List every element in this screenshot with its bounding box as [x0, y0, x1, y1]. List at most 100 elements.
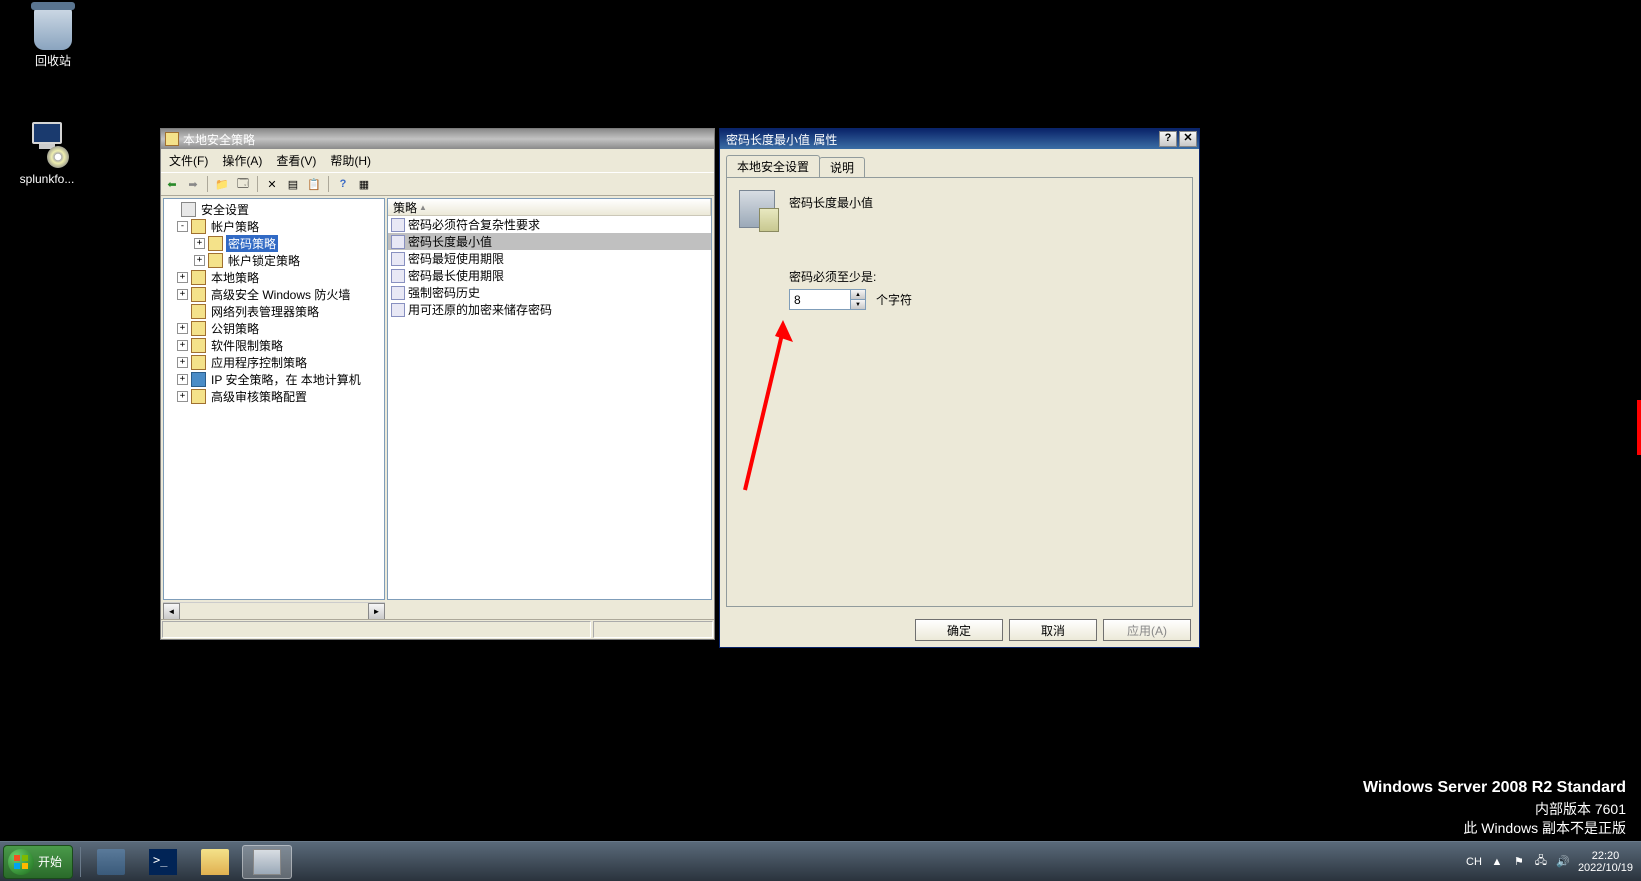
show-hide-tree-button[interactable]: 🗔	[234, 175, 252, 193]
tray-action-center-icon[interactable]: ⚑	[1512, 855, 1526, 869]
collapse-icon[interactable]: -	[177, 221, 188, 232]
menu-view[interactable]: 查看(V)	[270, 150, 322, 171]
separator	[328, 176, 329, 192]
mmc-title: 本地安全策略	[183, 131, 255, 148]
task-server-manager[interactable]	[86, 845, 136, 879]
export-button[interactable]: 📋	[305, 175, 323, 193]
dialog-button-row: 确定 取消 应用(A)	[720, 613, 1199, 647]
tab-local-setting[interactable]: 本地安全设置	[726, 155, 820, 177]
menu-help[interactable]: 帮助(H)	[324, 150, 377, 171]
folder-icon	[191, 219, 206, 234]
prompt-label: 密码必须至少是:	[789, 268, 1180, 285]
expand-icon[interactable]: +	[177, 340, 188, 351]
policy-item-icon	[391, 303, 405, 317]
tree-network-list[interactable]: 网络列表管理器策略	[174, 303, 384, 320]
tab-explain[interactable]: 说明	[819, 157, 865, 177]
policy-item-icon	[391, 218, 405, 232]
tray-chevron-up-icon[interactable]: ▲	[1490, 855, 1504, 869]
status-bar	[161, 619, 714, 639]
task-secpol[interactable]	[242, 845, 292, 879]
expand-icon[interactable]: +	[177, 374, 188, 385]
language-indicator[interactable]: CH	[1466, 856, 1482, 868]
tree-local-policy[interactable]: +本地策略	[174, 269, 384, 286]
cancel-button[interactable]: 取消	[1009, 619, 1097, 641]
tray-network-icon[interactable]: 🖧	[1534, 855, 1548, 869]
tree-password-policy[interactable]: +密码策略	[191, 235, 384, 252]
task-powershell[interactable]	[138, 845, 188, 879]
expand-icon[interactable]: +	[177, 289, 188, 300]
folder-icon	[191, 287, 206, 302]
tray-clock[interactable]: 22:20 2022/10/19	[1578, 850, 1633, 874]
tray-volume-icon[interactable]: 🔊	[1556, 855, 1570, 869]
expand-icon[interactable]: +	[177, 323, 188, 334]
windows-logo-icon	[8, 849, 34, 875]
list-body[interactable]: 密码必须符合复杂性要求 密码长度最小值 密码最短使用期限 密码最长使用期限 强制…	[388, 216, 711, 599]
expand-icon[interactable]: +	[177, 272, 188, 283]
password-min-length-properties-dialog: 密码长度最小值 属性 ? ✕ 本地安全设置 说明 密码长度最小值 密码必须至少是…	[719, 128, 1200, 648]
tree-ipsec[interactable]: +IP 安全策略，在 本地计算机	[174, 371, 384, 388]
mmc-toolbar: ⬅ ➡ 📁 🗔 ✕ ▤ 📋 ? ▦	[161, 172, 714, 196]
dialog-title: 密码长度最小值 属性	[726, 131, 837, 148]
tree-adv-audit[interactable]: +高级审核策略配置	[174, 388, 384, 405]
column-policy[interactable]: 策略▲	[388, 199, 711, 215]
list-item[interactable]: 用可还原的加密来储存密码	[388, 301, 711, 318]
secpol-icon	[253, 849, 281, 875]
tree-adv-firewall[interactable]: +高级安全 Windows 防火墙	[174, 286, 384, 303]
task-explorer[interactable]	[190, 845, 240, 879]
scroll-left-button[interactable]: ◄	[163, 603, 180, 620]
start-button[interactable]: 开始	[3, 845, 73, 879]
back-button[interactable]: ⬅	[163, 175, 181, 193]
clock-time: 22:20	[1578, 850, 1633, 862]
menu-action[interactable]: 操作(A)	[216, 150, 268, 171]
properties-button[interactable]: ▤	[284, 175, 302, 193]
separator	[207, 176, 208, 192]
folder-icon	[191, 355, 206, 370]
sort-asc-icon: ▲	[419, 203, 427, 212]
local-security-policy-window: 本地安全策略 文件(F) 操作(A) 查看(V) 帮助(H) ⬅ ➡ 📁 🗔 ✕…	[160, 128, 715, 640]
dialog-titlebar[interactable]: 密码长度最小值 属性 ? ✕	[720, 129, 1199, 149]
help-button[interactable]: ?	[1159, 131, 1177, 147]
spin-up-button[interactable]: ▲	[850, 290, 865, 300]
forward-button[interactable]: ➡	[184, 175, 202, 193]
ok-button[interactable]: 确定	[915, 619, 1003, 641]
expand-icon[interactable]: +	[177, 357, 188, 368]
list-item[interactable]: 密码必须符合复杂性要求	[388, 216, 711, 233]
help-button[interactable]: ?	[334, 175, 352, 193]
folder-icon	[191, 270, 206, 285]
list-header[interactable]: 策略▲	[388, 199, 711, 216]
delete-button[interactable]: ✕	[263, 175, 281, 193]
mmc-titlebar[interactable]: 本地安全策略	[161, 129, 714, 149]
list-item[interactable]: 密码长度最小值	[388, 233, 711, 250]
up-button[interactable]: 📁	[213, 175, 231, 193]
tree-account-policy[interactable]: -帐户策略	[174, 218, 384, 235]
policy-item-icon	[391, 235, 405, 249]
tree-hscroll[interactable]: ◄►	[163, 602, 385, 619]
recycle-bin[interactable]: 回收站	[18, 8, 88, 69]
build-label: 内部版本 7601	[1363, 800, 1626, 820]
tree-root[interactable]: 安全设置	[164, 201, 384, 218]
close-button[interactable]: ✕	[1179, 131, 1197, 147]
policy-item-icon	[391, 252, 405, 266]
apply-button[interactable]: 应用(A)	[1103, 619, 1191, 641]
refresh-button[interactable]: ▦	[355, 175, 373, 193]
expand-icon[interactable]: +	[177, 391, 188, 402]
menu-file[interactable]: 文件(F)	[163, 150, 214, 171]
expand-icon[interactable]: +	[194, 238, 205, 249]
min-length-input[interactable]	[790, 290, 850, 309]
scroll-right-button[interactable]: ►	[368, 603, 385, 620]
min-length-spinner[interactable]: ▲ ▼	[789, 289, 866, 310]
tree-pane[interactable]: 安全设置 -帐户策略 +密码策略 +帐户锁定策略 +本地策略 +高级安全 Win…	[163, 198, 385, 600]
list-item[interactable]: 密码最短使用期限	[388, 250, 711, 267]
list-item[interactable]: 密码最长使用期限	[388, 267, 711, 284]
splunk-shortcut[interactable]: splunkfo...	[12, 120, 82, 186]
list-item[interactable]: 强制密码历史	[388, 284, 711, 301]
tree-lockout-policy[interactable]: +帐户锁定策略	[191, 252, 384, 269]
mmc-app-icon	[165, 132, 179, 146]
tree-app-control[interactable]: +应用程序控制策略	[174, 354, 384, 371]
tree-public-key[interactable]: +公钥策略	[174, 320, 384, 337]
expand-icon[interactable]: +	[194, 255, 205, 266]
policy-list-pane: 策略▲ 密码必须符合复杂性要求 密码长度最小值 密码最短使用期限 密码最长使用期…	[387, 198, 712, 600]
tree-software-restrict[interactable]: +软件限制策略	[174, 337, 384, 354]
unit-label: 个字符	[876, 291, 912, 308]
spin-down-button[interactable]: ▼	[850, 300, 865, 309]
